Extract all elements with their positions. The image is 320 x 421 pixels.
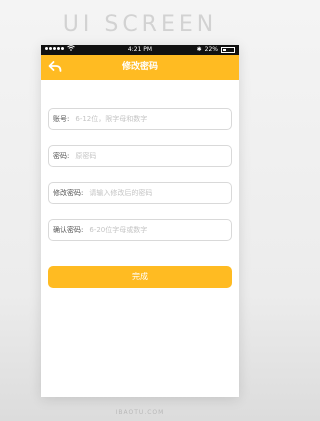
password-label: 密码: xyxy=(53,152,70,160)
confirm-password-field[interactable]: 确认密码: xyxy=(48,219,232,241)
account-input[interactable] xyxy=(69,115,231,123)
nav-bar: 修改密码 xyxy=(41,55,239,80)
confirm-password-input[interactable] xyxy=(83,226,231,234)
phone-screen: 4:21 PM ✱ 22% 修改密码 账号: 密码: 修改密码: 确认密码: 完… xyxy=(41,45,239,397)
new-password-field[interactable]: 修改密码: xyxy=(48,182,232,204)
password-input[interactable] xyxy=(69,152,231,160)
status-bar: 4:21 PM ✱ 22% xyxy=(41,45,239,55)
battery-percent: 22% xyxy=(204,46,218,53)
bluetooth-icon: ✱ xyxy=(196,46,202,53)
status-right: ✱ 22% xyxy=(197,45,235,55)
watermark: IBAOTU.COM xyxy=(115,409,165,416)
battery-icon xyxy=(221,47,235,53)
new-password-input[interactable] xyxy=(83,189,231,197)
submit-button[interactable]: 完成 xyxy=(48,266,232,288)
account-label: 账号: xyxy=(53,115,70,123)
new-password-label: 修改密码: xyxy=(53,189,84,197)
confirm-password-label: 确认密码: xyxy=(53,226,84,234)
nav-title: 修改密码 xyxy=(121,62,158,72)
account-field[interactable]: 账号: xyxy=(48,108,232,130)
page-title: UI SCREEN xyxy=(62,12,218,37)
password-field[interactable]: 密码: xyxy=(48,145,232,167)
